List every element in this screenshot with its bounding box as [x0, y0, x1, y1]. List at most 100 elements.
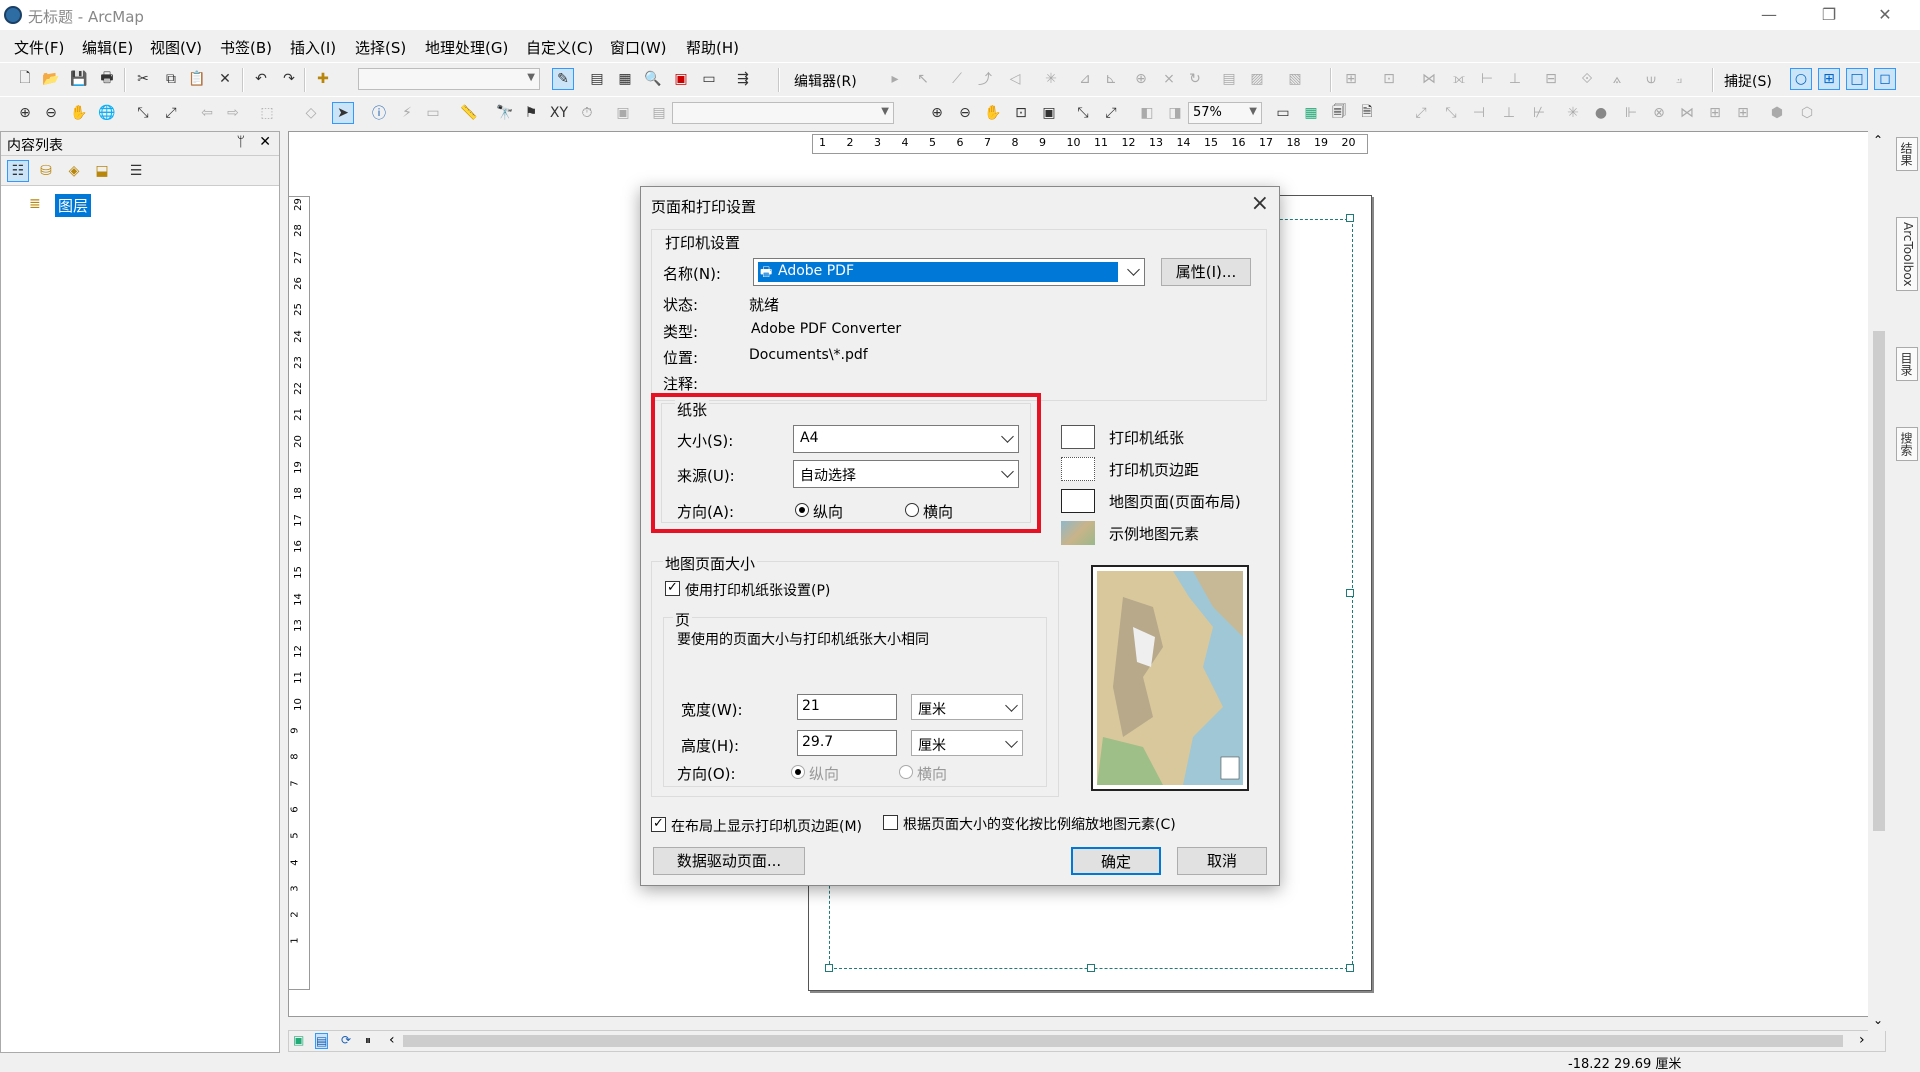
graph-icon[interactable]: ⊩: [1620, 102, 1642, 124]
zoom-in-icon[interactable]: ⊕: [14, 102, 36, 124]
scroll-up-icon[interactable]: ⌃: [1873, 133, 1883, 147]
menu-file[interactable]: 文件(F): [14, 37, 64, 58]
align-icon[interactable]: ⊣: [1468, 102, 1490, 124]
minimize-button[interactable]: —: [1746, 2, 1792, 28]
landscape-radio[interactable]: [905, 503, 919, 517]
vertex-snap-icon[interactable]: □: [1846, 68, 1868, 90]
list-by-drawing-order-icon[interactable]: ☷: [7, 160, 29, 182]
scroll-down-icon[interactable]: ⌄: [1873, 1013, 1883, 1027]
grid-layout-icon[interactable]: ⊞: [1732, 102, 1754, 124]
change-layout-icon[interactable]: 🗐: [1328, 102, 1350, 124]
layer-item-layers[interactable]: 图层: [55, 194, 92, 217]
snapping-menu[interactable]: 捕捉(S): [1724, 71, 1772, 91]
selection-handle[interactable]: [1346, 589, 1354, 597]
editor-menu[interactable]: 编辑器(R): [794, 71, 857, 91]
toc-close-icon[interactable]: ✕: [259, 134, 271, 150]
edge-snap-icon[interactable]: ◻: [1874, 68, 1896, 90]
fixed-zoom-in-layout-icon[interactable]: ⤡: [1072, 102, 1094, 124]
zoom-whole-page-icon[interactable]: ⊡: [1010, 102, 1032, 124]
selection-handle[interactable]: [825, 964, 833, 972]
grid-icon[interactable]: ⊬: [1528, 102, 1550, 124]
open-icon[interactable]: 📂: [40, 68, 62, 90]
portrait-radio[interactable]: [795, 503, 809, 517]
list-by-visibility-icon[interactable]: ◈: [63, 160, 85, 182]
pan-icon[interactable]: ✋: [68, 102, 90, 124]
layout-pan-icon[interactable]: ✋: [982, 102, 1004, 124]
selection-handle[interactable]: [1346, 964, 1354, 972]
fixed-zoom-out-layout-icon[interactable]: ⤢: [1100, 102, 1122, 124]
search-window-icon[interactable]: 🔍: [642, 68, 664, 90]
scale-elements-checkbox[interactable]: [883, 815, 898, 830]
add-data-icon[interactable]: ✚: [312, 68, 334, 90]
print-icon[interactable]: 🖶: [96, 68, 118, 90]
save-icon[interactable]: 💾: [68, 68, 90, 90]
properties-button[interactable]: 属性(I)...: [1161, 258, 1251, 286]
cancel-button[interactable]: 取消: [1177, 847, 1267, 875]
back-extent-icon[interactable]: ⇦: [196, 102, 218, 124]
3d-icon[interactable]: ⬢: [1766, 102, 1788, 124]
network-icon[interactable]: ⋈: [1676, 102, 1698, 124]
fixed-zoom-out-icon[interactable]: ⤢: [160, 102, 182, 124]
clear-selection-icon[interactable]: ◇: [300, 102, 322, 124]
arctoolbox-tab[interactable]: ArcToolbox: [1896, 217, 1918, 292]
scale-combo[interactable]: ▼: [358, 68, 540, 90]
width-input[interactable]: 21: [797, 694, 897, 720]
html-popup-icon[interactable]: ▭: [422, 102, 444, 124]
select-elements-icon[interactable]: ➤: [332, 102, 354, 124]
forward-extent-icon[interactable]: ⇨: [222, 102, 244, 124]
results-tab[interactable]: 结果: [1896, 137, 1918, 171]
data-driven-pages-button[interactable]: 数据驱动页面...: [653, 847, 805, 875]
layer-combo[interactable]: ▼: [672, 102, 894, 124]
undo-icon[interactable]: ↶: [250, 68, 272, 90]
animation-icon[interactable]: ⊗: [1648, 102, 1670, 124]
end-snap-icon[interactable]: ⊞: [1818, 68, 1840, 90]
paste-icon[interactable]: 📋: [186, 68, 208, 90]
schematic-icon[interactable]: ⬡: [1796, 102, 1818, 124]
toggle-draft-icon[interactable]: ▭: [1272, 102, 1294, 124]
full-extent-icon[interactable]: 🌐: [96, 102, 118, 124]
list-by-source-icon[interactable]: ⛁: [35, 160, 57, 182]
hyperlink-icon[interactable]: ⚡: [396, 102, 418, 124]
data-view-icon[interactable]: ▣: [293, 1033, 304, 1047]
point-snap-icon[interactable]: ○: [1790, 68, 1812, 90]
dialog-close-icon[interactable]: ×: [1251, 191, 1269, 216]
go-to-xy-icon[interactable]: XY: [548, 102, 570, 124]
draw-line-icon[interactable]: ⤡: [1440, 102, 1462, 124]
selection-handle[interactable]: [1087, 964, 1095, 972]
options-icon[interactable]: ☰: [125, 160, 147, 182]
vertical-scrollbar[interactable]: ⌃ ⌄: [1868, 131, 1890, 1031]
modelbuilder-icon[interactable]: ⇶: [732, 68, 754, 90]
ok-button[interactable]: 确定: [1071, 847, 1161, 875]
toc-window-icon[interactable]: ▤: [586, 68, 608, 90]
menu-geoprocessing[interactable]: 地理处理(G): [425, 37, 508, 58]
copy-icon[interactable]: ⧉: [160, 68, 182, 90]
scroll-left-icon[interactable]: ‹: [389, 1032, 395, 1048]
layout-zoom-in-icon[interactable]: ⊕: [926, 102, 948, 124]
menu-selection[interactable]: 选择(S): [355, 37, 406, 58]
distribute-icon[interactable]: ⊥: [1498, 102, 1520, 124]
menu-windows[interactable]: 窗口(W): [610, 37, 667, 58]
draw-rectangle-icon[interactable]: ⤢: [1410, 102, 1432, 124]
selection-handle[interactable]: [1346, 214, 1354, 222]
menu-help[interactable]: 帮助(H): [686, 37, 739, 58]
catalog-window-icon[interactable]: ▦: [614, 68, 636, 90]
pause-icon[interactable]: ⏸: [365, 1033, 371, 1048]
restore-button[interactable]: ❐: [1806, 2, 1852, 28]
find-route-icon[interactable]: ⚑: [520, 102, 542, 124]
catalog-tab[interactable]: 目录: [1896, 347, 1918, 381]
horizontal-scrollbar[interactable]: ▣ ▤ ⟳ ⏸ ‹ ›: [288, 1030, 1886, 1052]
forward-extent-layout-icon[interactable]: ◨: [1164, 102, 1186, 124]
focus-data-frame-icon[interactable]: ▦: [1300, 102, 1322, 124]
menu-customize[interactable]: 自定义(C): [526, 37, 593, 58]
layout-view-icon[interactable]: ▤: [315, 1033, 329, 1049]
menu-insert[interactable]: 插入(I): [290, 37, 336, 58]
zoom-100-icon[interactable]: ▣: [1038, 102, 1060, 124]
time-slider-icon[interactable]: ⏱: [576, 102, 598, 124]
scroll-right-icon[interactable]: ›: [1859, 1032, 1865, 1048]
redo-icon[interactable]: ↷: [278, 68, 300, 90]
search-tab[interactable]: 搜索: [1896, 427, 1918, 461]
delete-icon[interactable]: ✕: [214, 68, 236, 90]
menu-view[interactable]: 视图(V): [150, 37, 202, 58]
editor-toolbar-icon[interactable]: ✎: [552, 68, 574, 90]
arctoolbox-icon[interactable]: ▣: [670, 68, 692, 90]
